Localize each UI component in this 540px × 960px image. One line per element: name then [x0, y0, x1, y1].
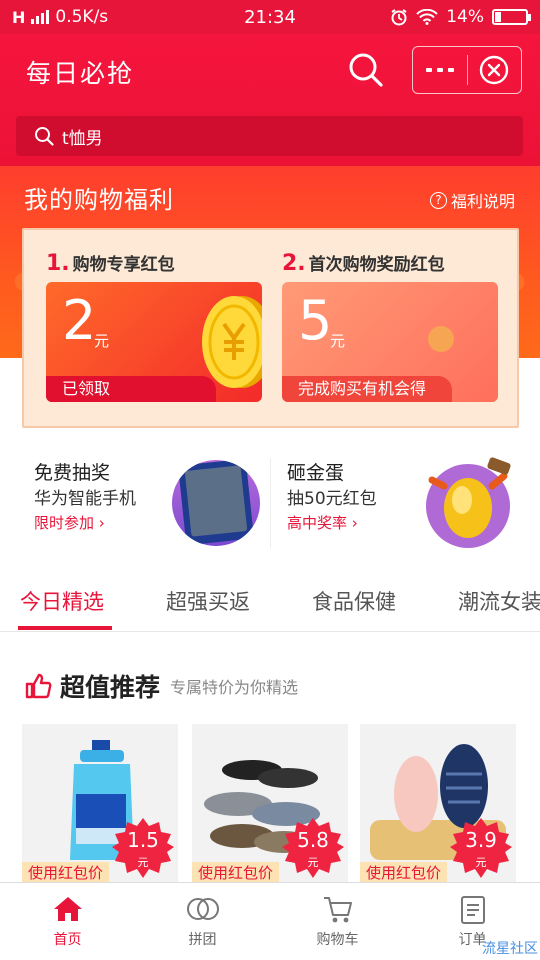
tabbar-cart[interactable]: 购物车: [270, 883, 405, 960]
coupon-2-dot: [428, 326, 454, 352]
search-icon[interactable]: [346, 50, 386, 90]
product-tag: 使用红包价: [22, 862, 110, 884]
promo-egg-title: 砸金蛋: [287, 462, 345, 484]
bottom-tab-bar: 首页 拼团 购物车 订单 流星社区: [0, 882, 540, 960]
home-icon: [53, 897, 82, 921]
promo-lottery-link[interactable]: 限时参加 ›: [34, 512, 105, 533]
more-dots-icon: [426, 68, 432, 72]
product-price: 5.8: [297, 828, 329, 852]
recommend-header: 超值推荐 专属特价为你精选: [24, 668, 298, 704]
tabbar-home-label: 首页: [53, 932, 82, 948]
recommend-section: 超值推荐 专属特价为你精选 1.5 元 使用红包价 5.8 元 使用红包价 3.…: [0, 640, 540, 884]
promo-egg-subtitle: 抽50元红包: [287, 489, 377, 509]
product-price-unit: 元: [137, 856, 149, 869]
tab-buy-return[interactable]: 超强买返: [166, 586, 250, 616]
product-tag: 使用红包价: [360, 862, 448, 884]
tab-food-health[interactable]: 食品保健: [312, 586, 396, 616]
search-small-icon: [35, 127, 54, 146]
active-tab-indicator: [18, 626, 112, 630]
coupon-1-title: 购物专享红包: [72, 255, 175, 275]
coupon-2-heading: 2. 首次购物奖励红包: [282, 250, 445, 276]
coupon-2-amount: 5: [298, 289, 333, 352]
product-price-unit: 元: [307, 856, 319, 869]
status-bar: H 0.5K/s 21:34 14%: [0, 0, 540, 34]
group-icon: [186, 898, 219, 920]
coupon-1-heading: 1. 购物专享红包: [46, 250, 175, 276]
product-tag: 使用红包价: [192, 862, 280, 884]
question-icon: ?: [429, 191, 447, 209]
golden-egg-icon: [426, 457, 511, 548]
search-input[interactable]: t恤男: [16, 116, 523, 156]
phone-prize-image: [172, 460, 260, 546]
welfare-help-label: 福利说明: [450, 192, 515, 211]
tab-today[interactable]: 今日精选: [20, 586, 104, 616]
coupon-1-amount: 2: [62, 289, 97, 352]
close-circle-icon: [480, 55, 509, 85]
promo-egg-link[interactable]: 高中奖率 ›: [287, 512, 358, 533]
cart-icon: [323, 897, 352, 923]
tab-women-fashion[interactable]: 潮流女装: [458, 586, 540, 616]
battery-percent: 14%: [446, 7, 484, 27]
battery-icon: [492, 9, 531, 25]
tabbar-cart-label: 购物车: [316, 932, 359, 948]
mini-program-capsule: [412, 46, 522, 94]
product-price: 1.5: [127, 828, 159, 852]
tabbar-group-label: 拼团: [188, 932, 217, 948]
signal-icon: H: [12, 7, 26, 27]
close-button[interactable]: [468, 47, 521, 93]
promo-row: 免费抽奖 华为智能手机 限时参加 › 砸金蛋 抽50元红包 高中奖率 ›: [0, 440, 540, 562]
coupon-2-title: 首次购物奖励红包: [308, 255, 445, 275]
network-speed: 0.5K/s: [55, 7, 109, 27]
coupon-2-status: 完成购买有机会得: [282, 376, 452, 402]
coupon-2-index: 2.: [282, 251, 306, 276]
promo-lottery-subtitle: 华为智能手机: [34, 489, 136, 509]
recommend-subtitle: 专属特价为你精选: [170, 678, 299, 697]
coupon-1-status: 已领取: [46, 376, 216, 402]
wifi-icon: [416, 9, 438, 25]
watermark-text: 流星社区: [482, 941, 538, 957]
coupon-1-index: 1.: [46, 251, 70, 276]
signal-bars-icon: [31, 10, 50, 24]
thumbs-up-icon: [25, 673, 52, 699]
order-icon: [460, 896, 485, 924]
coupon-1-unit: 元: [94, 332, 110, 350]
coupon-card-1[interactable]: 2 元 已领取: [46, 282, 262, 402]
tabbar-home[interactable]: 首页: [0, 883, 135, 960]
app-header: 每日必抢 t恤男: [0, 34, 540, 166]
tabbar-group[interactable]: 拼团: [135, 883, 270, 960]
product-price: 3.9: [465, 828, 497, 852]
welfare-title: 我的购物福利: [24, 186, 174, 214]
coupon-card-2[interactable]: 5 元 完成购买有机会得: [282, 282, 498, 402]
product-price-unit: 元: [475, 856, 487, 869]
product-card[interactable]: 3.9 元 使用红包价: [360, 724, 516, 884]
price-badge: 3.9 元: [450, 816, 512, 878]
coupon-2-unit: 元: [330, 332, 346, 350]
alarm-icon: [391, 9, 407, 26]
coupon-panel: 1. 购物专享红包 2. 首次购物奖励红包 2 元 已领取 5 元 完成购买有机…: [22, 228, 519, 428]
promo-lottery-title: 免费抽奖: [34, 462, 111, 484]
product-card[interactable]: 5.8 元 使用红包价: [192, 724, 348, 884]
search-query-text: t恤男: [62, 128, 103, 149]
app-screen: H 0.5K/s 21:34 14% 每日必抢 t恤男 我的购物福利 ? 福利说…: [0, 0, 540, 960]
price-badge: 5.8 元: [282, 816, 344, 878]
price-badge: 1.5 元: [112, 816, 174, 878]
product-card[interactable]: 1.5 元 使用红包价: [22, 724, 178, 884]
welfare-help-link[interactable]: ? 福利说明: [429, 188, 515, 212]
more-button[interactable]: [413, 47, 467, 93]
category-tabs: 今日精选 超强买返 食品保健 潮流女装: [0, 572, 540, 632]
page-title: 每日必抢: [26, 59, 135, 88]
recommend-title: 超值推荐: [60, 673, 161, 702]
